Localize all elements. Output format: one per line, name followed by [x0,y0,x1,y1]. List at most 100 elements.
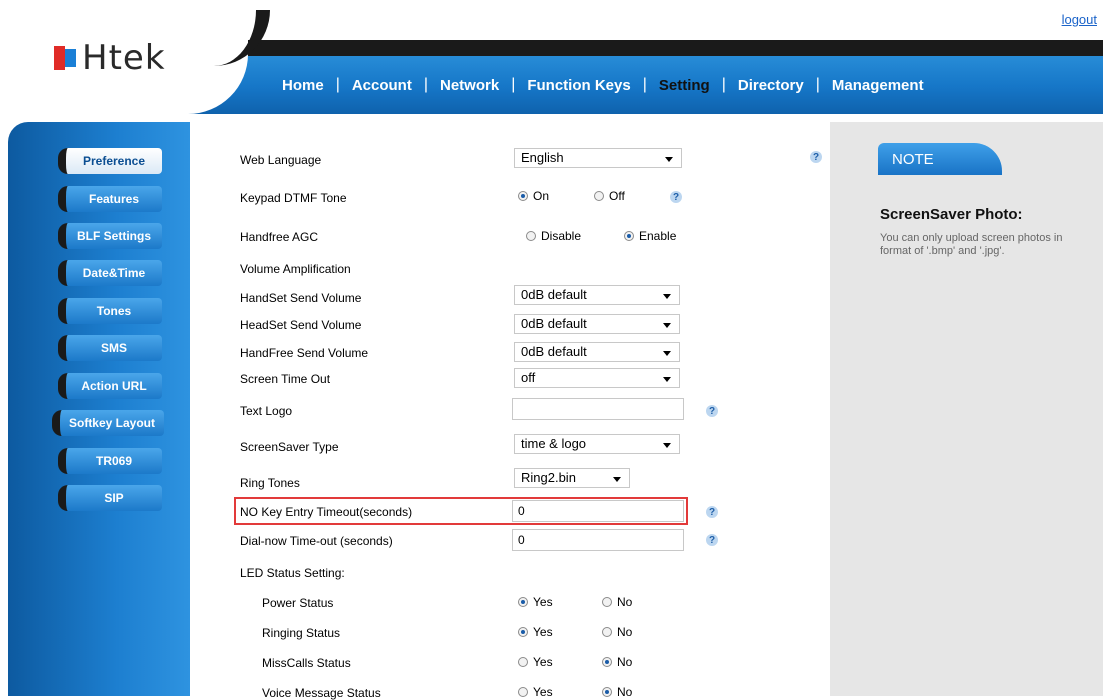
dtmf-off-radio[interactable]: Off [594,189,625,203]
htek-logo: Htek [54,38,166,78]
radio-selected-icon [518,191,528,201]
preference-form: Web Language English ? Keypad DTMF Tone … [190,122,830,700]
chevron-down-icon [663,294,671,299]
led-ringing-label: Ringing Status [262,626,341,640]
no-key-timeout-label: NO Key Entry Timeout(seconds) [240,505,413,519]
ringing-no-radio[interactable]: No [602,625,632,639]
note-text: You can only upload screen photos in for… [880,232,1063,257]
help-icon[interactable]: ? [706,405,718,417]
select-value: Ring2.bin [521,470,576,485]
agc-disable-radio[interactable]: Disable [526,229,581,243]
radio-unselected-icon [602,597,612,607]
banner-top-edge [230,40,1103,56]
nav-home[interactable]: Home [270,77,336,94]
chevron-down-icon [663,443,671,448]
logo-text: Htek [82,38,166,78]
headset-send-label: HeadSet Send Volume [240,318,362,332]
led-misscalls-label: MissCalls Status [262,656,351,670]
sidebar-item-action-url[interactable]: Action URL [58,373,162,399]
radio-unselected-icon [526,231,536,241]
nav-network[interactable]: Network [428,77,511,94]
ringing-yes-radio[interactable]: Yes [518,625,553,639]
nav-directory[interactable]: Directory [726,77,816,94]
sidebar-item-softkey-layout[interactable]: Softkey Layout [52,410,164,436]
misscalls-no-radio[interactable]: No [602,655,632,669]
led-power-label: Power Status [262,596,334,610]
sidebar-item-sms[interactable]: SMS [58,335,162,361]
screensaver-type-select[interactable]: time & logo [514,434,680,454]
led-voicemessage-label: Voice Message Status [262,686,381,700]
voicemessage-yes-radio[interactable]: Yes [518,685,553,699]
text-logo-label: Text Logo [240,404,293,418]
dialnow-timeout-input[interactable]: 0 [512,529,684,551]
keypad-dtmf-label: Keypad DTMF Tone [240,191,347,205]
note-panel: NOTE ScreenSaver Photo: You can only upl… [830,122,1103,696]
sidebar-item-sip[interactable]: SIP [58,485,162,511]
radio-selected-icon [518,627,528,637]
nav-setting[interactable]: Setting [647,77,722,94]
screen-timeout-label: Screen Time Out [240,372,331,386]
radio-label: No [617,655,633,669]
radio-label: Yes [533,595,553,609]
nav-account[interactable]: Account [340,77,424,94]
help-icon[interactable]: ? [706,506,718,518]
handfree-send-label: HandFree Send Volume [240,346,369,360]
volume-amplification-label: Volume Amplification [240,262,351,276]
sidebar-item-blf-settings[interactable]: BLF Settings [58,223,162,249]
nav-function-keys[interactable]: Function Keys [515,77,642,94]
select-value: 0dB default [521,344,587,359]
sidebar-item-tones[interactable]: Tones [58,298,162,324]
ring-tones-select[interactable]: Ring2.bin [514,468,630,488]
sidebar-item-features[interactable]: Features [58,186,162,212]
radio-selected-icon [624,231,634,241]
radio-unselected-icon [594,191,604,201]
power-no-radio[interactable]: No [602,595,632,609]
radio-label: Yes [533,625,553,639]
radio-label: No [617,685,633,699]
screensaver-type-label: ScreenSaver Type [240,440,339,454]
headset-send-select[interactable]: 0dB default [514,314,680,334]
no-key-timeout-input[interactable]: 0 [512,500,684,522]
radio-unselected-icon [602,627,612,637]
radio-label: No [617,625,633,639]
help-icon[interactable]: ? [670,191,682,203]
handfree-send-select[interactable]: 0dB default [514,342,680,362]
help-icon[interactable]: ? [810,151,822,163]
sidebar-item-date-time[interactable]: Date&Time [58,260,162,286]
sidebar-item-tr069[interactable]: TR069 [58,448,162,474]
select-value: off [521,370,536,385]
sidebar-item-preference[interactable]: Preference [58,148,162,174]
radio-label: Off [609,189,625,203]
radio-label: Disable [541,229,582,243]
radio-selected-icon [602,657,612,667]
radio-unselected-icon [518,657,528,667]
agc-enable-radio[interactable]: Enable [624,229,676,243]
dialnow-timeout-label: Dial-now Time-out (seconds) [240,534,393,548]
dtmf-on-radio[interactable]: On [518,189,549,203]
radio-label: On [533,189,550,203]
help-icon[interactable]: ? [706,534,718,546]
web-language-select[interactable]: English [514,148,682,168]
radio-label: No [617,595,633,609]
top-bar: Htek logout Home | Account | Network | Func… [0,0,1103,116]
text-logo-input[interactable] [512,398,684,420]
power-yes-radio[interactable]: Yes [518,595,553,609]
voicemessage-no-radio[interactable]: No [602,685,632,699]
web-language-label: Web Language [240,153,322,167]
nav-management[interactable]: Management [820,77,936,94]
main-nav: Home | Account | Network | Function Keys | S… [270,72,936,98]
radio-label: Yes [533,655,553,669]
chevron-down-icon [613,477,621,482]
select-value: time & logo [521,436,587,451]
logout-link[interactable]: logout [1062,12,1097,27]
radio-selected-icon [518,597,528,607]
chevron-down-icon [663,351,671,356]
screen-timeout-select[interactable]: off [514,368,680,388]
sidebar: Preference Features BLF Settings Date&Ti… [8,122,190,696]
select-value: 0dB default [521,287,587,302]
chevron-down-icon [663,377,671,382]
misscalls-yes-radio[interactable]: Yes [518,655,553,669]
handset-send-select[interactable]: 0dB default [514,285,680,305]
handfree-agc-label: Handfree AGC [240,230,319,244]
htek-logo-icon [54,46,78,70]
